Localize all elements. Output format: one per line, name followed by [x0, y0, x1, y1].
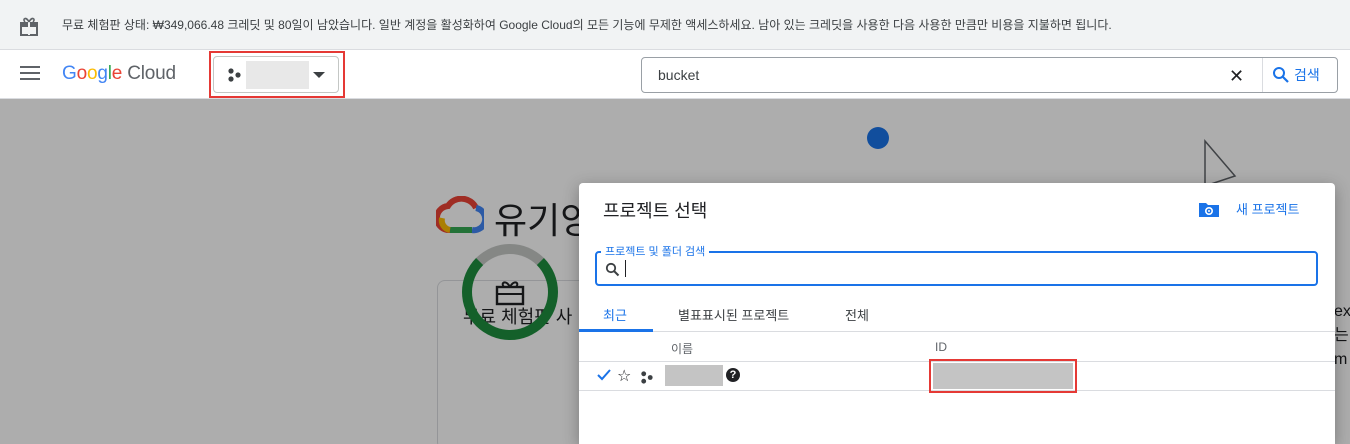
header-layer: 무료 체험판 상태: ₩349,066.48 크레딧 및 80일이 남았습니다.… — [0, 0, 1350, 99]
tab-all[interactable]: 전체 — [845, 305, 869, 324]
column-id[interactable]: ID — [935, 340, 947, 354]
project-select-dialog: 프로젝트 선택 새 프로젝트 프로젝트 및 폴더 검색 최근 별표표시된 프로젝… — [579, 183, 1335, 444]
project-dots-icon — [641, 371, 653, 384]
new-project-label: 새 프로젝트 — [1236, 202, 1300, 217]
search-input[interactable]: bucket — [658, 67, 699, 83]
search-icon — [605, 262, 620, 277]
new-project-button[interactable]: 새 프로젝트 — [1198, 199, 1299, 218]
gift-icon — [20, 17, 38, 36]
check-icon — [597, 369, 611, 381]
top-header-top: Google Cloud bucket ✕ 검색 — [0, 50, 1350, 99]
table-header: 이름 ID — [579, 332, 1335, 362]
project-name-redacted[interactable] — [665, 365, 723, 386]
search-button-label: 검색 — [1294, 67, 1320, 83]
trial-banner-top: 무료 체험판 상태: ₩349,066.48 크레딧 및 80일이 남았습니다.… — [0, 0, 1350, 50]
column-name[interactable]: 이름 — [671, 340, 693, 357]
google-cloud-logo[interactable]: Google Cloud — [62, 63, 176, 85]
trial-banner-text: 무료 체험판 상태: ₩349,066.48 크레딧 및 80일이 남았습니다.… — [62, 18, 1112, 32]
project-search-label: 프로젝트 및 폴더 검색 — [601, 243, 710, 259]
search-divider — [1262, 58, 1263, 92]
folder-gear-icon — [1199, 202, 1219, 217]
tab-starred[interactable]: 별표표시된 프로젝트 — [678, 305, 789, 324]
hamburger-menu-icon[interactable] — [20, 66, 40, 82]
dialog-title: 프로젝트 선택 — [603, 201, 708, 221]
text-cursor — [625, 260, 626, 277]
search-button[interactable]: 검색 — [1272, 65, 1320, 85]
highlight-box-project-picker — [209, 51, 345, 98]
help-circle-icon[interactable]: ? — [726, 368, 740, 382]
search-icon — [1273, 67, 1289, 83]
clear-search-icon[interactable]: ✕ — [1229, 67, 1244, 85]
star-outline-icon[interactable]: ☆ — [617, 366, 631, 386]
highlight-box-project-id — [929, 359, 1077, 393]
table-row[interactable]: ☆ ? — [579, 359, 1335, 393]
project-search-input[interactable] — [625, 258, 1305, 280]
global-search[interactable]: bucket ✕ 검색 — [641, 57, 1338, 93]
project-tabs: 최근 별표표시된 프로젝트 전체 — [579, 295, 1335, 332]
tab-recent[interactable]: 최근 — [603, 305, 627, 324]
